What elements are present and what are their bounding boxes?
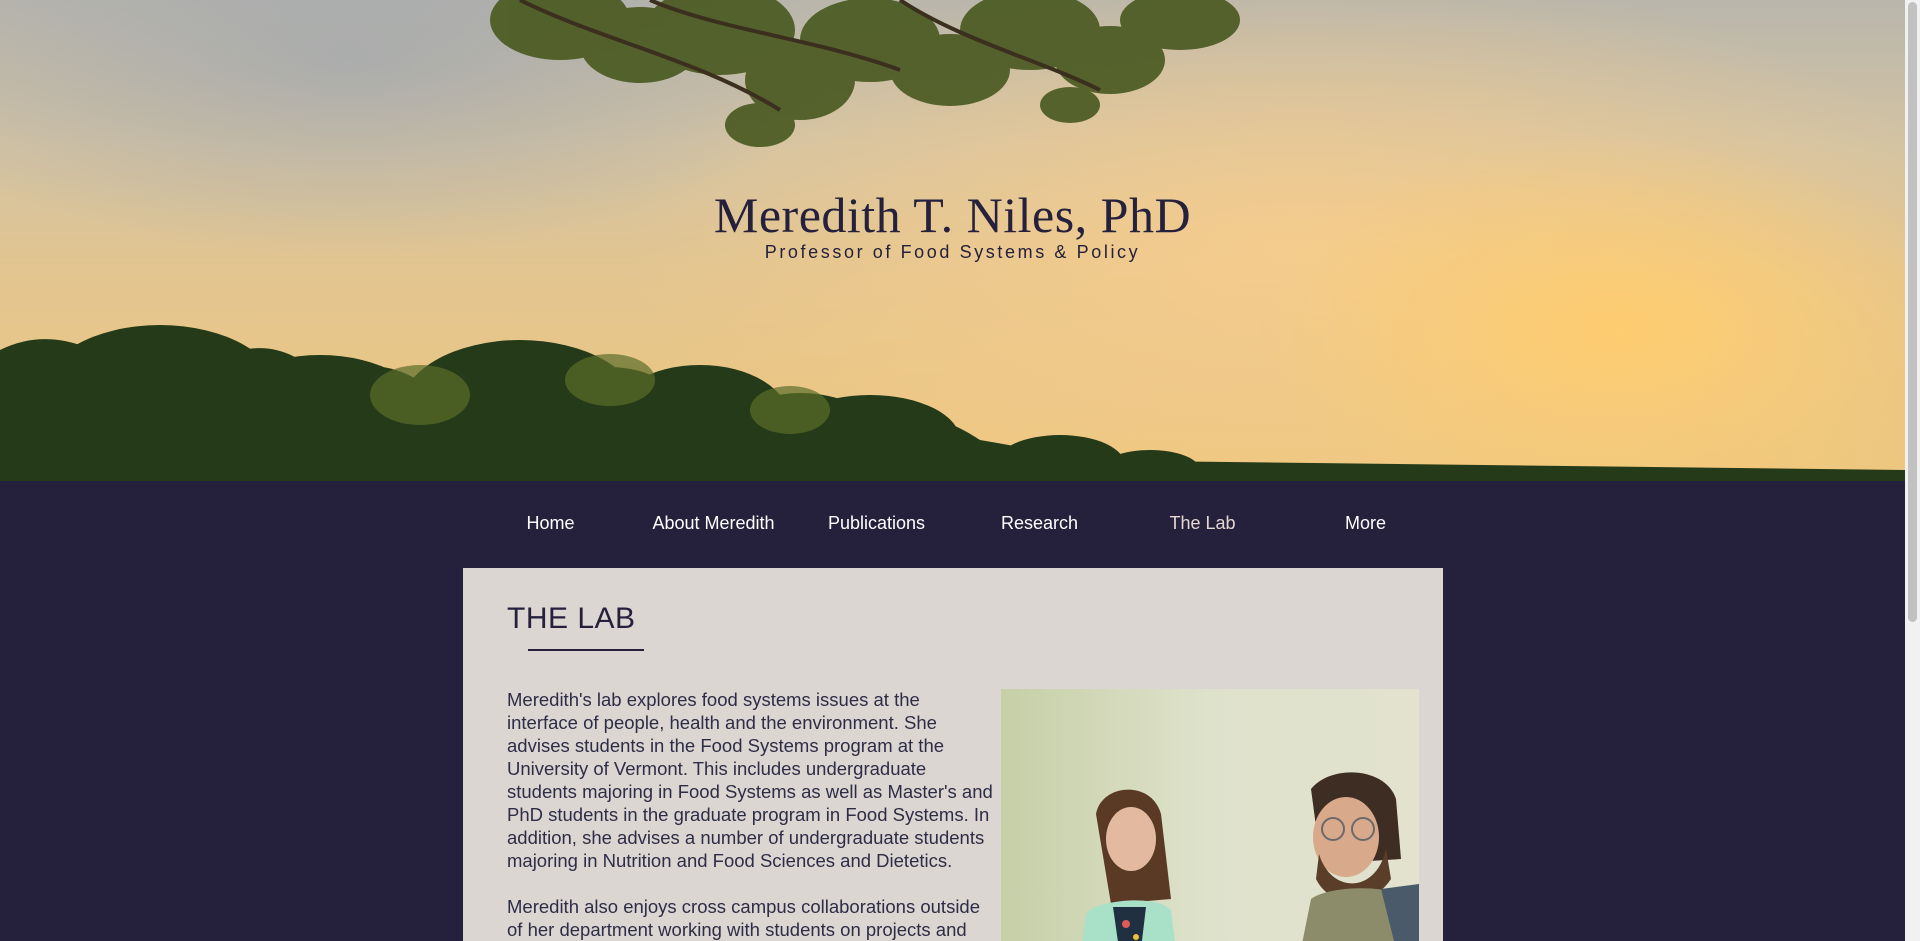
page-scrollbar[interactable]	[1905, 0, 1920, 941]
nav-item-home[interactable]: Home	[469, 481, 632, 568]
scrollbar-thumb[interactable]	[1908, 2, 1917, 622]
nav-item-the-lab[interactable]: The Lab	[1121, 481, 1284, 568]
main-nav: Home About Meredith Publications Researc…	[0, 481, 1905, 568]
lab-photo	[1001, 689, 1419, 941]
paragraph: Meredith's lab explores food systems iss…	[507, 689, 993, 871]
nav-item-publications[interactable]: Publications	[795, 481, 958, 568]
nav-item-about-meredith[interactable]: About Meredith	[632, 481, 795, 568]
site-title: Meredith T. Niles, PhD	[713, 187, 1192, 243]
title-underline	[528, 649, 644, 651]
nav-item-research[interactable]: Research	[958, 481, 1121, 568]
content-panel: THE LAB Meredith's lab explores food sys…	[463, 568, 1443, 941]
nav-item-more[interactable]: More	[1284, 481, 1447, 568]
nav-items: Home About Meredith Publications Researc…	[469, 481, 1449, 568]
section-title: THE LAB	[507, 602, 636, 635]
paragraph: Meredith also enjoys cross campus collab…	[507, 896, 981, 940]
lab-description: Meredith's lab explores food systems iss…	[507, 688, 993, 941]
site-subtitle: Professor of Food Systems & Policy	[764, 242, 1141, 262]
hero-banner: Meredith T. Niles, PhD Professor of Food…	[0, 0, 1905, 481]
